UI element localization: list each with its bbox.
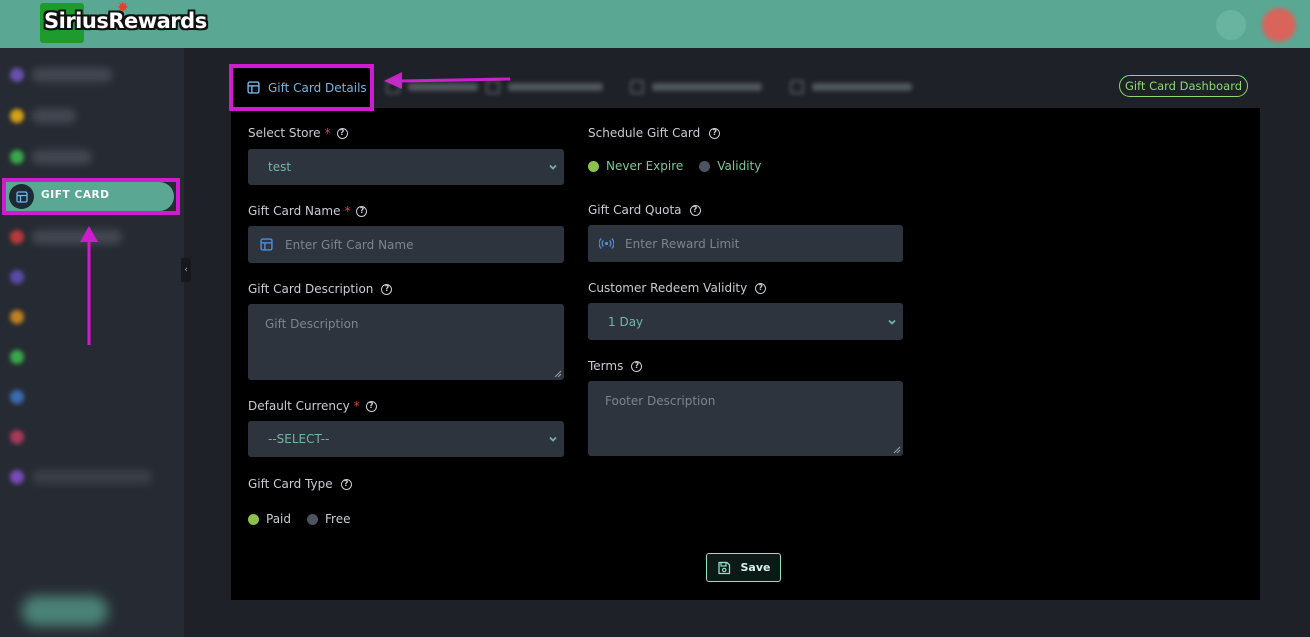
gift-card-type-radio-group: Paid Free <box>248 512 366 526</box>
customer-redeem-validity-label: Customer Redeem Validity? <box>588 281 767 295</box>
sidebar-blurred-item[interactable] <box>32 470 152 484</box>
sidebar-blurred-item[interactable] <box>32 68 112 82</box>
resize-handle-icon[interactable] <box>893 446 901 454</box>
required-mark: * <box>324 126 331 140</box>
select-store-value: test <box>268 160 292 174</box>
sidebar-blurred-icon <box>10 390 24 404</box>
sidebar-item-label: GIFT CARD <box>41 189 110 201</box>
customer-redeem-validity-dropdown[interactable]: 1 Day <box>588 303 903 340</box>
radio-label-validity: Validity <box>717 159 762 173</box>
gift-card-dashboard-button[interactable]: Gift Card Dashboard <box>1119 75 1248 97</box>
sidebar-blurred-icon <box>10 109 24 123</box>
textarea-placeholder: Footer Description <box>605 394 716 408</box>
required-mark: * <box>353 399 360 413</box>
gift-card-quota-label: Gift Card Quota? <box>588 203 701 217</box>
default-currency-value: --SELECT-- <box>268 432 330 446</box>
label-text: Schedule Gift Card <box>588 126 701 140</box>
help-icon[interactable]: ? <box>709 127 721 139</box>
help-icon[interactable]: ? <box>381 283 393 295</box>
schedule-radio-group: Never Expire Validity <box>588 159 777 173</box>
save-button[interactable]: Save <box>706 553 781 582</box>
gift-card-quota-input[interactable]: Enter Reward Limit <box>588 225 903 262</box>
user-avatar[interactable] <box>1262 8 1296 42</box>
select-store-label: Select Store *? <box>248 126 348 140</box>
label-text: Gift Card Description <box>248 282 374 296</box>
label-text: Gift Card Type <box>248 477 333 491</box>
radio-label-never-expire: Never Expire <box>606 159 684 173</box>
gift-card-description-label: Gift Card Description? <box>248 282 393 296</box>
top-bar: SiriusRewards ✸ <box>0 0 1310 48</box>
sidebar-blurred-icon <box>10 310 24 324</box>
gift-card-icon <box>9 184 34 209</box>
sidebar-blurred-item[interactable] <box>32 109 76 123</box>
help-icon[interactable]: ? <box>365 400 377 412</box>
layout-icon <box>247 81 260 94</box>
help-icon[interactable]: ? <box>340 478 352 490</box>
input-placeholder: Enter Reward Limit <box>625 236 740 251</box>
radio-paid[interactable] <box>248 513 259 525</box>
gift-card-name-input[interactable]: Enter Gift Card Name <box>248 226 564 263</box>
tab-gift-card-details[interactable]: Gift Card Details <box>229 64 374 111</box>
terms-textarea[interactable]: Footer Description <box>588 381 903 456</box>
textarea-placeholder: Gift Description <box>265 317 359 331</box>
label-text: Customer Redeem Validity <box>588 281 748 295</box>
tab-blurred[interactable] <box>486 80 603 94</box>
label-text: Default Currency <box>248 399 350 413</box>
gift-card-type-label: Gift Card Type? <box>248 477 352 491</box>
tab-blurred[interactable] <box>790 80 912 94</box>
tab-blurred[interactable] <box>386 80 478 94</box>
chevron-down-icon <box>888 319 896 325</box>
radio-validity[interactable] <box>699 160 711 172</box>
gift-card-name-label: Gift Card Name *? <box>248 204 368 218</box>
radio-label-free: Free <box>325 512 351 526</box>
chevron-down-icon <box>549 436 557 442</box>
help-icon[interactable]: ? <box>631 360 643 372</box>
broadcast-icon <box>599 238 614 249</box>
required-mark: * <box>344 204 351 218</box>
help-icon[interactable]: ? <box>755 282 767 294</box>
sidebar-blurred-icon <box>10 350 24 364</box>
label-text: Gift Card Name <box>248 204 341 218</box>
sidebar-collapse-toggle[interactable]: ‹ <box>181 258 191 282</box>
label-text: Gift Card Quota <box>588 203 682 217</box>
sidebar-blurred-icon <box>10 230 24 244</box>
sidebar-blurred-icon <box>10 150 24 164</box>
input-placeholder: Enter Gift Card Name <box>285 237 414 252</box>
sidebar-item-active-pill: GIFT CARD <box>6 182 174 211</box>
sidebar-blurred-icon <box>10 270 24 284</box>
save-label: Save <box>740 561 771 574</box>
radio-free[interactable] <box>307 513 319 525</box>
default-currency-label: Default Currency *? <box>248 399 377 413</box>
label-text: Terms <box>588 359 624 373</box>
help-icon[interactable]: ? <box>689 204 701 216</box>
sidebar-blurred-item[interactable] <box>32 230 122 244</box>
sidebar-blurred-button[interactable] <box>22 596 108 626</box>
tab-label: Gift Card Details <box>268 80 367 95</box>
sidebar-blurred-icon <box>10 470 24 484</box>
notification-icon[interactable] <box>1216 10 1246 40</box>
sidebar-blurred-icon <box>10 68 24 82</box>
floppy-disk-icon <box>717 561 730 574</box>
customer-redeem-validity-value: 1 Day <box>608 314 644 329</box>
select-store-dropdown[interactable]: test <box>248 149 564 185</box>
logo-star-icon: ✸ <box>117 0 129 16</box>
chevron-down-icon <box>549 164 557 170</box>
radio-never-expire[interactable] <box>588 160 599 172</box>
label-text: Select Store <box>248 126 321 140</box>
default-currency-dropdown[interactable]: --SELECT-- <box>248 421 564 457</box>
tab-blurred[interactable] <box>630 80 762 94</box>
help-icon[interactable]: ? <box>356 205 368 217</box>
resize-handle-icon[interactable] <box>554 370 562 378</box>
sidebar-item-gift-card[interactable]: GIFT CARD <box>2 178 180 215</box>
gift-card-description-textarea[interactable]: Gift Description <box>248 304 564 380</box>
schedule-gift-card-label: Schedule Gift Card? <box>588 126 721 140</box>
radio-label-paid: Paid <box>266 512 292 526</box>
help-icon[interactable]: ? <box>336 127 348 139</box>
sidebar-blurred-item[interactable] <box>32 150 92 164</box>
sidebar-blurred-icon <box>10 430 24 444</box>
layout-icon <box>260 238 273 251</box>
sidebar: GIFT CARD <box>0 48 184 637</box>
terms-label: Terms? <box>588 359 643 373</box>
